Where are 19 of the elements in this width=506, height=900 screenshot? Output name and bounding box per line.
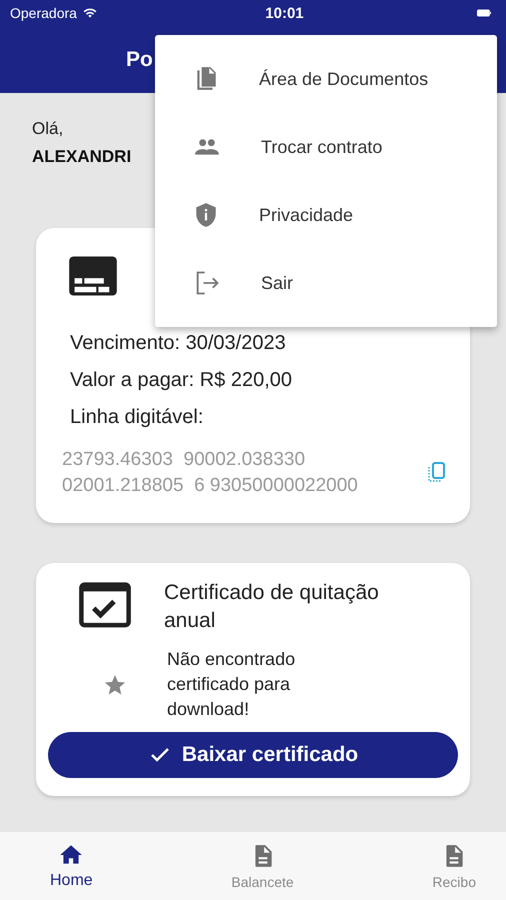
greeting-text: Olá, [32, 119, 64, 139]
digitable-line: 23793.46303 90002.038330 02001.218805 6 93050000022000 [62, 448, 359, 498]
due-date: Vencimento: 30/03/2023 [70, 332, 287, 355]
certificate-title: Certificado de quitação anual [164, 580, 380, 634]
user-name: ALEXANDRI [32, 147, 132, 167]
digitable-line-label: Linha digitável: [70, 406, 204, 429]
menu-item[interactable]: Sair [155, 249, 497, 317]
menu-item[interactable]: Área de Documentos [155, 45, 497, 113]
wifi-icon [80, 6, 99, 20]
download-button[interactable]: Baixar certificado [48, 732, 458, 778]
app-title: Po [126, 48, 153, 72]
menu-item[interactable]: Privacidade [155, 181, 497, 249]
tab-item[interactable]: Home [50, 832, 93, 900]
status-time: 10:01 [265, 4, 304, 22]
empty-message: Não encontrado certificado para download! [167, 648, 296, 721]
amount-due: Valor a pagar: R$ 220,00 [70, 369, 294, 392]
menu-item[interactable]: Trocar contrato [155, 113, 497, 181]
carrier-name: Operadora [10, 5, 77, 21]
star-icon [103, 672, 127, 696]
